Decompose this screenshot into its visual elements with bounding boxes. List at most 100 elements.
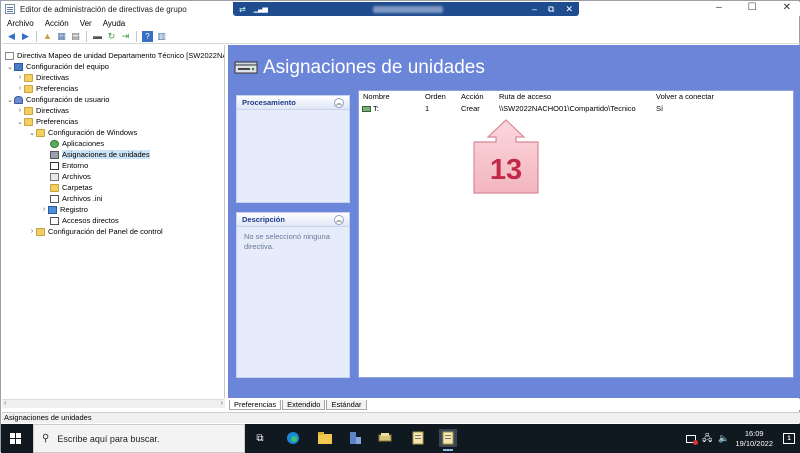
pin-icon[interactable]: ⇄ [239, 5, 246, 14]
tree-item-folders[interactable]: Carpetas [50, 182, 92, 193]
taskbar-search-box[interactable]: ⚲ Escribe aquí para buscar. [33, 424, 245, 453]
tree-item-drive-maps[interactable]: Asignaciones de unidades [50, 149, 150, 160]
policy-icon [5, 51, 14, 60]
app-window: Editor de administración de directivas d… [0, 0, 800, 453]
tab-preferencias[interactable]: Preferencias [229, 400, 282, 410]
files-icon [50, 172, 59, 181]
tree-item-user-policies[interactable]: › Directivas [16, 105, 69, 116]
collapse-chevron-icon[interactable]: ⌄ [6, 63, 14, 71]
tree-label: Registro [60, 205, 88, 214]
tab-extendido[interactable]: Extendido [282, 400, 326, 410]
menu-ver[interactable]: Ver [80, 19, 92, 28]
callout-number: 13 [490, 154, 522, 186]
collapse-chevron-icon[interactable]: ⌄ [16, 118, 24, 126]
column-header-name[interactable]: Nombre [363, 92, 390, 101]
security-alert-icon[interactable] [686, 434, 699, 445]
window-title: Editor de administración de directivas d… [20, 4, 187, 14]
step-callout: 13 [473, 119, 539, 194]
collapse-up-icon[interactable]: ︽ [334, 214, 344, 225]
help-icon[interactable]: ? [142, 31, 153, 42]
drive-map-icon [50, 150, 59, 159]
tab-estandar[interactable]: Estándar [326, 400, 367, 410]
column-header-reconnect[interactable]: Volver a conectar [656, 92, 714, 101]
tree-item-control-panel[interactable]: › Configuración del Panel de control [28, 226, 163, 237]
expand-chevron-icon[interactable]: › [16, 107, 24, 114]
user-icon [14, 95, 23, 104]
tree-root[interactable]: Directiva Mapeo de unidad Departamento T… [5, 50, 224, 61]
column-header-action[interactable]: Acción [461, 92, 484, 101]
folder-icon [50, 183, 59, 192]
tree-item-computer-preferences[interactable]: › Preferencias [16, 83, 78, 94]
file-explorer-icon[interactable] [316, 429, 334, 447]
minimize-button[interactable]: – [716, 2, 722, 13]
tree-item-user-preferences[interactable]: ⌄ Preferencias [16, 116, 78, 127]
remote-restore-icon[interactable]: ⧉ [548, 4, 554, 15]
computer-icon [14, 62, 23, 71]
column-header-path[interactable]: Ruta de acceso [499, 92, 551, 101]
tree-label: Directivas [36, 73, 69, 82]
menu-archivo[interactable]: Archivo [7, 19, 34, 28]
scroll-right-icon[interactable]: › [221, 400, 223, 407]
tree-item-windows-config[interactable]: ⌄ Configuración de Windows [28, 127, 137, 138]
gpo-editor-icon [5, 4, 15, 14]
tree-item-ini-files[interactable]: Archivos .ini [50, 193, 102, 204]
policy-document-icon[interactable] [409, 429, 427, 447]
description-title: Descripción [242, 215, 285, 224]
print-icon[interactable]: ▬ [92, 31, 103, 42]
collapse-up-icon[interactable]: ︽ [334, 97, 344, 108]
gpo-editor-taskbar-icon[interactable] [439, 429, 457, 451]
show-tree-icon[interactable]: ▦ [56, 31, 67, 42]
notification-center-icon[interactable]: 1 [783, 433, 795, 444]
network-icon[interactable]: 🖧 [702, 431, 712, 447]
back-arrow-icon[interactable]: ◀ [6, 31, 17, 42]
volume-icon[interactable]: 🔈 [718, 433, 729, 444]
tree-item-applications[interactable]: Aplicaciones [50, 138, 104, 149]
row-name: T: [373, 104, 379, 113]
tree-item-computer-policies[interactable]: › Directivas [16, 72, 69, 83]
tree-item-registry[interactable]: › Registro [40, 204, 88, 215]
column-header-order[interactable]: Orden [425, 92, 446, 101]
expand-chevron-icon[interactable]: › [40, 206, 48, 213]
menu-accion[interactable]: Acción [45, 19, 69, 28]
up-folder-icon[interactable]: ▲ [42, 31, 53, 42]
export-icon[interactable]: ⇥ [120, 31, 131, 42]
tree-item-files[interactable]: Archivos [50, 171, 91, 182]
tree-label: Configuración del Panel de control [48, 227, 163, 236]
table-row[interactable]: T: 1 Crear \\SW2022NACHO01\Compartido\Te… [359, 103, 793, 113]
tree-label: Asignaciones de unidades [62, 150, 150, 159]
server-manager-icon[interactable] [346, 429, 364, 447]
details-view-icon[interactable]: ▥ [156, 31, 167, 42]
drive-map-header-icon [234, 61, 258, 74]
collapse-chevron-icon[interactable]: ⌄ [6, 96, 14, 104]
edge-icon[interactable] [284, 429, 302, 447]
tree-label: Aplicaciones [62, 139, 105, 148]
clock[interactable]: 16:09 19/10/2022 [735, 429, 773, 449]
tree-item-user-config[interactable]: ⌄ Configuración de usuario [6, 94, 109, 105]
horizontal-scrollbar[interactable]: ‹ › [2, 399, 225, 408]
start-button[interactable] [1, 424, 29, 453]
remote-close-icon[interactable]: ✕ [565, 4, 573, 15]
expand-chevron-icon[interactable]: › [28, 228, 36, 235]
expand-chevron-icon[interactable]: › [16, 74, 24, 81]
folder-icon [36, 128, 45, 137]
refresh-icon[interactable]: ↻ [106, 31, 117, 42]
scroll-left-icon[interactable]: ‹ [4, 400, 6, 407]
task-view-icon[interactable]: ⧉ [251, 429, 269, 447]
tree-item-shortcuts[interactable]: Accesos directos [50, 215, 119, 226]
maximize-button[interactable]: ☐ [748, 2, 757, 13]
forward-arrow-icon[interactable]: ▶ [20, 31, 31, 42]
properties-icon[interactable]: ▤ [70, 31, 81, 42]
close-button[interactable]: ✕ [783, 2, 791, 13]
folder-icon [24, 73, 33, 82]
expand-chevron-icon[interactable]: › [16, 85, 24, 92]
remote-minimize-icon[interactable]: – [532, 4, 537, 15]
clock-time: 16:09 [744, 428, 764, 438]
drive-maps-list: Nombre Orden Acción Ruta de acceso Volve… [358, 90, 794, 378]
tree-item-environment[interactable]: Entorno [50, 160, 88, 171]
group-policy-management-icon[interactable] [376, 429, 394, 447]
search-icon: ⚲ [42, 433, 50, 444]
remote-connection-bar[interactable]: ⇄ ▁▃▅ – ⧉ ✕ [233, 2, 579, 16]
menu-ayuda[interactable]: Ayuda [103, 19, 126, 28]
collapse-chevron-icon[interactable]: ⌄ [28, 129, 36, 137]
tree-item-computer-config[interactable]: ⌄ Configuración del equipo [6, 61, 109, 72]
